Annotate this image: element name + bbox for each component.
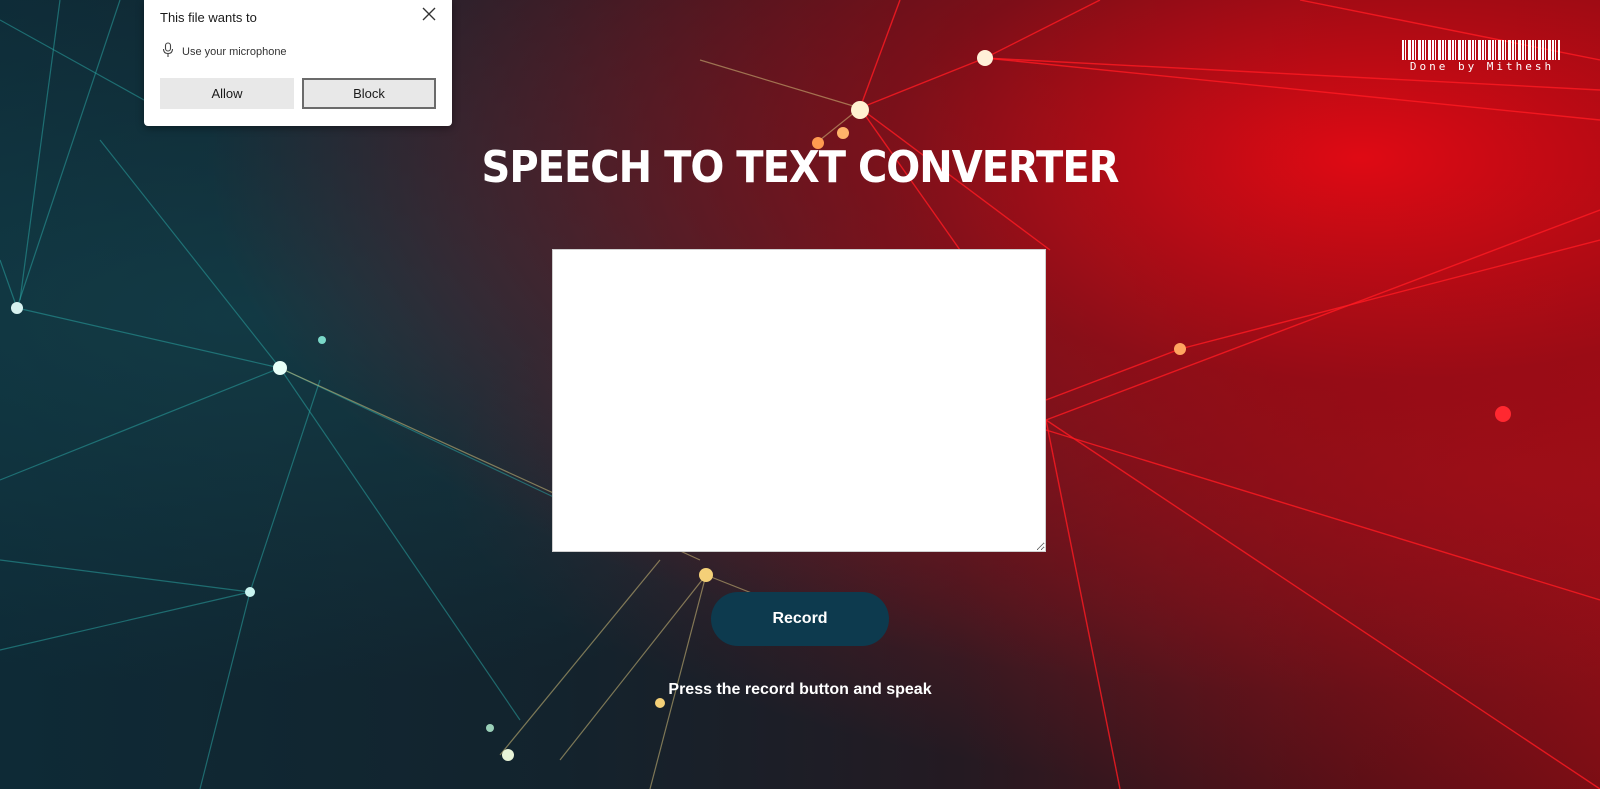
transcript-textarea[interactable] bbox=[552, 249, 1046, 552]
instruction-text: Press the record button and speak bbox=[668, 681, 932, 698]
barcode-graphic bbox=[1402, 40, 1560, 60]
page-title: SPEECH TO TEXT CONVERTER bbox=[481, 143, 1120, 193]
permission-dialog-title: This file wants to bbox=[160, 10, 257, 25]
block-button[interactable]: Block bbox=[302, 78, 436, 109]
close-icon[interactable] bbox=[420, 5, 438, 23]
allow-button[interactable]: Allow bbox=[160, 78, 294, 109]
author-credit-text: Done by Mithesh bbox=[1409, 60, 1555, 73]
record-button[interactable]: Record bbox=[711, 592, 889, 646]
permission-request-row: Use your microphone bbox=[162, 42, 287, 61]
permission-label: Use your microphone bbox=[182, 45, 287, 58]
microphone-icon bbox=[162, 42, 174, 61]
author-credit-badge: Done by Mithesh bbox=[1402, 40, 1562, 73]
permission-dialog: This file wants to Use your microphone A… bbox=[144, 0, 452, 126]
